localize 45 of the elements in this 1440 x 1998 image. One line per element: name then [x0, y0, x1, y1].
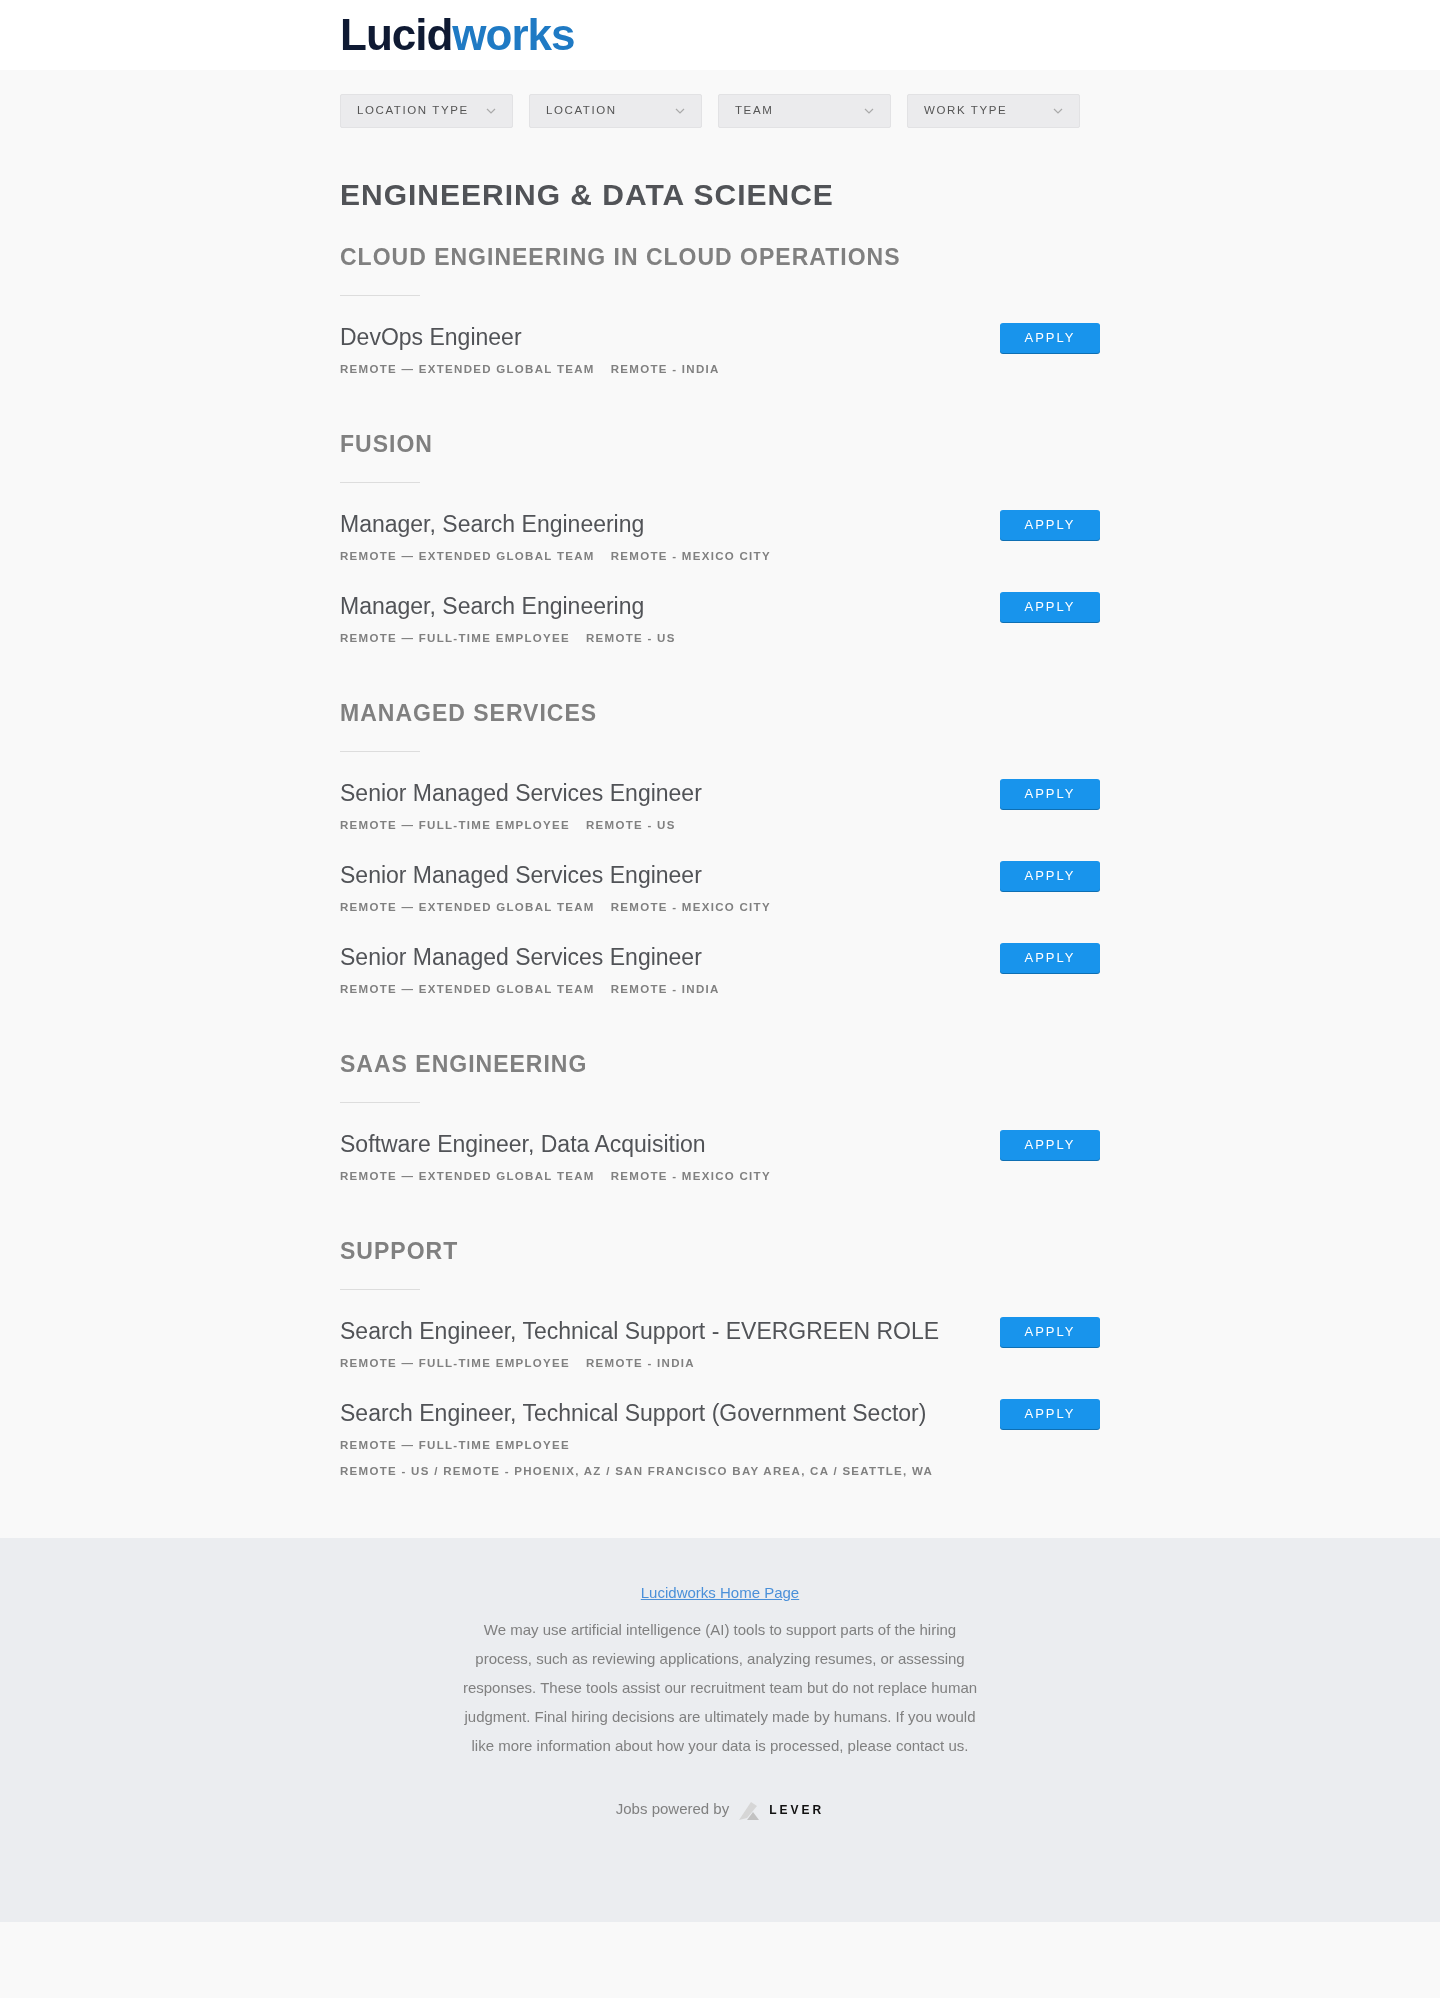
chevron-down-icon — [675, 108, 685, 114]
chevron-down-icon — [486, 108, 496, 114]
chevron-down-icon — [1053, 108, 1063, 114]
ai-notice-text: We may use artificial intelligence (AI) tools to support parts of the hiring process, such as reviewing applications, analyzing resumes, or assessing responses. These tools assist our recruitment team but do not replace human judgment. Final hiring decisions are ultimately made by humans. If you would like more information about how your data is processed, please contact us. — [461, 1619, 979, 1756]
job-title-link[interactable]: Senior Managed Services Engineer — [340, 778, 702, 808]
job-tag: REMOTE — EXTENDED GLOBAL TEAM — [340, 549, 595, 563]
job-title-link[interactable]: Senior Managed Services Engineer — [340, 942, 702, 972]
job-tag: REMOTE - US — [585, 818, 676, 832]
job-tag: REMOTE - MEXICO CITY — [610, 900, 771, 914]
job-title-link[interactable]: Search Engineer, Technical Support - EVERGREEN ROLE — [340, 1316, 940, 1346]
job-tag: REMOTE - US / REMOTE - PHOENIX, AZ / SAN FRANCISCO BAY AREA, CA / SEATTLE, WA — [340, 1464, 934, 1478]
chevron-down-icon — [864, 108, 874, 114]
job-tag: REMOTE - US — [585, 631, 676, 645]
job-tag: REMOTE - INDIA — [585, 1356, 695, 1370]
job-tag: REMOTE — FULL-TIME EMPLOYEE — [340, 631, 570, 645]
job-tag: REMOTE — FULL-TIME EMPLOYEE — [340, 1438, 570, 1452]
team-heading: MANAGED SERVICES — [340, 699, 599, 727]
logo[interactable]: Lucidworks — [340, 13, 575, 57]
department-heading: ENGINEERING & DATA SCIENCE — [340, 177, 835, 213]
filter-dropdown[interactable]: LOCATION — [529, 94, 702, 128]
job-tag: REMOTE — FULL-TIME EMPLOYEE — [340, 1356, 570, 1370]
job-tag: REMOTE - INDIA — [610, 362, 720, 376]
job-tag: REMOTE — FULL-TIME EMPLOYEE — [340, 818, 570, 832]
job-tag: REMOTE - MEXICO CITY — [610, 549, 771, 563]
job-tag: REMOTE — EXTENDED GLOBAL TEAM — [340, 982, 595, 996]
job-tag: REMOTE - MEXICO CITY — [610, 1169, 771, 1183]
lever-wordmark[interactable]: LEVER — [769, 1800, 825, 1819]
team-heading: SAAS ENGINEERING — [340, 1050, 589, 1078]
team-heading: CLOUD ENGINEERING IN CLOUD OPERATIONS — [340, 243, 902, 271]
job-tag: REMOTE - INDIA — [610, 982, 720, 996]
job-tag: REMOTE — EXTENDED GLOBAL TEAM — [340, 362, 595, 376]
filter-dropdown[interactable]: TEAM — [718, 94, 891, 128]
filter-dropdown[interactable]: LOCATION TYPE — [340, 94, 513, 128]
job-title-link[interactable]: Manager, Search Engineering — [340, 509, 645, 539]
filter-dropdown[interactable]: WORK TYPE — [907, 94, 1080, 128]
powered-by-text: Jobs powered by — [615, 1799, 730, 1820]
job-tag: REMOTE — EXTENDED GLOBAL TEAM — [340, 900, 595, 914]
job-title-link[interactable]: Senior Managed Services Engineer — [340, 860, 702, 890]
job-title-link[interactable]: Software Engineer, Data Acquisition — [340, 1129, 706, 1159]
job-title-link[interactable]: DevOps Engineer — [340, 322, 522, 352]
team-heading: SUPPORT — [340, 1237, 460, 1265]
job-title-link[interactable]: Search Engineer, Technical Support (Government Sector) — [340, 1398, 927, 1428]
team-heading: FUSION — [340, 430, 434, 458]
job-title-link[interactable]: Manager, Search Engineering — [340, 591, 645, 621]
job-tag: REMOTE — EXTENDED GLOBAL TEAM — [340, 1169, 595, 1183]
